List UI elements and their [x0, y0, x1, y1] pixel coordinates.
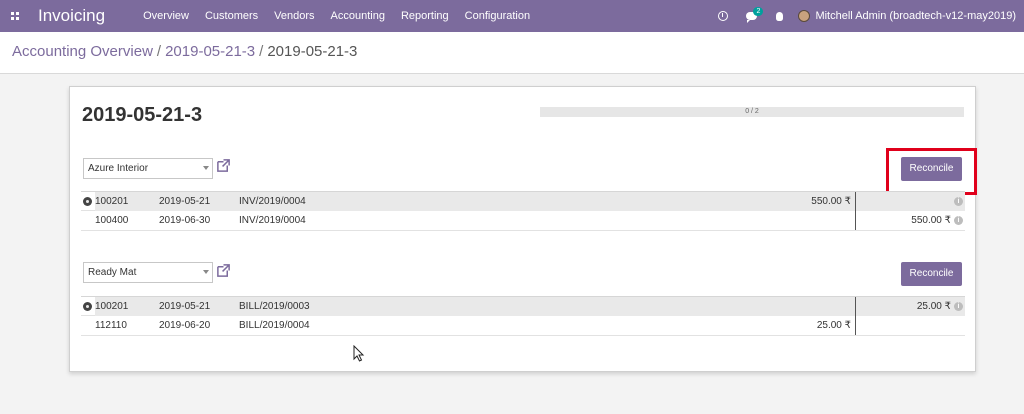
account-cell: 100400 [95, 215, 129, 226]
ref-cell: BILL/2019/0003 [239, 301, 310, 312]
debit-cell: 25.00 ₹ [816, 320, 851, 331]
chat-badge: 2 [753, 7, 764, 16]
app-name[interactable]: Invoicing [38, 6, 105, 26]
table-row[interactable]: 100201 2019-05-21 INV/2019/0004 550.00 ₹… [81, 191, 965, 211]
activity-clock-icon[interactable] [712, 0, 734, 32]
progress-bar: 0 / 2 [540, 107, 964, 117]
systray: 2 Mitchell Admin (broadtech-v12-may2019) [712, 0, 1024, 32]
partner-select-value: Azure Interior [88, 163, 149, 174]
top-navbar: Invoicing Overview Customers Vendors Acc… [0, 0, 1024, 32]
breadcrumb-item-current: 2019-05-21-3 [267, 43, 358, 60]
external-link-icon[interactable] [216, 263, 231, 278]
breadcrumb-separator: / [156, 43, 162, 60]
partner-select[interactable]: Azure Interior [83, 158, 213, 179]
ref-cell: INV/2019/0004 [239, 196, 306, 207]
chevron-down-icon [203, 270, 209, 274]
menu-vendors[interactable]: Vendors [266, 0, 322, 32]
bug-icon[interactable] [768, 0, 790, 32]
main-menu: Overview Customers Vendors Accounting Re… [135, 0, 538, 32]
gear-icon[interactable] [83, 197, 92, 206]
partner-select[interactable]: Ready Mat [83, 262, 213, 283]
date-cell: 2019-06-30 [159, 215, 211, 226]
gear-icon[interactable] [83, 302, 92, 311]
breadcrumb-item-overview[interactable]: Accounting Overview [12, 43, 153, 60]
external-link-icon[interactable] [216, 158, 231, 173]
avatar[interactable] [798, 10, 811, 22]
breadcrumb: Accounting Overview/2019-05-21-3/2019-05… [12, 43, 357, 60]
mouse-cursor-icon [353, 345, 365, 362]
reconciliation-sheet: 2019-05-21-3 0 / 2 Azure Interior Reconc… [69, 86, 977, 372]
date-cell: 2019-05-21 [159, 301, 211, 312]
reconcile-button[interactable]: Reconcile [901, 262, 962, 286]
menu-accounting[interactable]: Accounting [323, 0, 393, 32]
table-row[interactable]: 100201 2019-05-21 BILL/2019/0003 25.00 ₹… [81, 296, 965, 316]
move-lines-table: 100201 2019-05-21 INV/2019/0004 550.00 ₹… [81, 191, 965, 231]
move-lines-table: 100201 2019-05-21 BILL/2019/0003 25.00 ₹… [81, 296, 965, 336]
account-cell: 112110 [95, 320, 127, 331]
account-cell: 100201 [95, 301, 129, 312]
breadcrumb-separator: / [259, 43, 264, 60]
chevron-down-icon [203, 166, 209, 170]
info-icon[interactable]: i [954, 216, 963, 225]
menu-customers[interactable]: Customers [197, 0, 266, 32]
menu-reporting[interactable]: Reporting [393, 0, 457, 32]
page-title: 2019-05-21-3 [82, 104, 203, 126]
credit-cell: 550.00 ₹ [911, 215, 951, 226]
menu-overview[interactable]: Overview [135, 0, 197, 32]
info-icon[interactable]: i [954, 197, 963, 206]
user-menu[interactable]: Mitchell Admin (broadtech-v12-may2019) [815, 10, 1016, 22]
progress-label: 0 / 2 [745, 108, 759, 115]
table-row[interactable]: 100400 2019-06-30 INV/2019/0004 550.00 ₹… [81, 211, 965, 231]
credit-cell: 25.00 ₹ [916, 301, 951, 312]
table-row[interactable]: 112110 2019-06-20 BILL/2019/0004 25.00 ₹ [81, 316, 965, 336]
chat-icon[interactable]: 2 [740, 0, 764, 32]
partner-select-value: Ready Mat [88, 267, 137, 278]
debit-cell: 550.00 ₹ [811, 196, 851, 207]
menu-configuration[interactable]: Configuration [457, 0, 538, 32]
account-cell: 100201 [95, 196, 129, 207]
date-cell: 2019-05-21 [159, 196, 211, 207]
control-panel: Accounting Overview/2019-05-21-3/2019-05… [0, 32, 1024, 74]
date-cell: 2019-06-20 [159, 320, 211, 331]
info-icon[interactable]: i [954, 302, 963, 311]
highlight-annotation [886, 148, 977, 195]
ref-cell: BILL/2019/0004 [239, 320, 310, 331]
ref-cell: INV/2019/0004 [239, 215, 306, 226]
apps-icon[interactable] [2, 0, 28, 32]
breadcrumb-item-parent[interactable]: 2019-05-21-3 [165, 43, 255, 60]
